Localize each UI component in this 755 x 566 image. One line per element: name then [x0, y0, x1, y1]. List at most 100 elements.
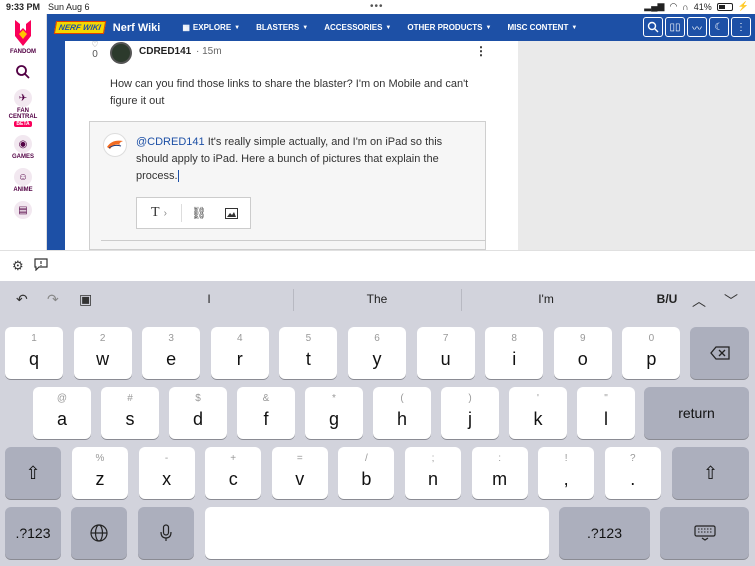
multitask-dots[interactable]: •••: [370, 1, 384, 12]
delete-key[interactable]: [690, 327, 749, 379]
key-6[interactable]: (h: [373, 387, 431, 439]
key-7[interactable]: :m: [471, 447, 528, 499]
rail-label-games[interactable]: GAMES: [12, 154, 34, 160]
comment-author[interactable]: CDRED141: [139, 46, 191, 57]
chevron-down-icon[interactable]: ﹀: [724, 291, 738, 311]
key-hint: ): [468, 393, 472, 404]
key-3[interactable]: $ d: [169, 387, 227, 439]
nav-explore[interactable]: ▦ EXPLORE ▼: [182, 23, 240, 32]
key-8[interactable]: !,: [538, 447, 595, 499]
chevron-up-icon[interactable]: ︿: [692, 291, 706, 311]
key-1[interactable]: @ a: [33, 387, 91, 439]
hide-keyboard-key[interactable]: [660, 507, 749, 559]
battery-icon: [716, 2, 733, 11]
key-hint: :: [498, 453, 501, 464]
text-style-button[interactable]: T ›: [137, 198, 181, 228]
search-icon[interactable]: [13, 63, 33, 81]
key-2[interactable]: -x: [138, 447, 195, 499]
feedback-icon[interactable]: [34, 258, 48, 274]
link-button[interactable]: ⛓: [182, 198, 216, 228]
key-hint: 7: [442, 333, 449, 344]
key-label: ,: [563, 468, 569, 489]
key-3[interactable]: 3e: [142, 327, 201, 379]
user-mention[interactable]: @CDRED141: [136, 136, 205, 148]
reply-input[interactable]: @CDRED141 It's really simple actually, a…: [136, 134, 466, 185]
paste-icon[interactable]: ▣: [79, 291, 92, 308]
key-label: j: [468, 408, 472, 429]
key-1[interactable]: % z: [72, 447, 128, 499]
key-9[interactable]: 9o: [553, 327, 612, 379]
key-label: q: [28, 348, 39, 369]
suggestion-1[interactable]: I: [124, 292, 294, 306]
nav-blasters[interactable]: BLASTERS ▼: [256, 23, 308, 32]
key-4[interactable]: 4r: [210, 327, 269, 379]
upvote-icon[interactable]: ♡: [89, 40, 101, 49]
numbers-key-right[interactable]: .?123: [559, 507, 650, 559]
key-2[interactable]: # s: [101, 387, 159, 439]
return-key[interactable]: return: [644, 387, 749, 439]
movies-icon[interactable]: ▤: [14, 201, 32, 219]
suggestion-3[interactable]: I'm: [461, 292, 631, 306]
wiki-name[interactable]: Nerf Wiki: [113, 22, 161, 34]
key-5[interactable]: 5t: [279, 327, 338, 379]
key-8[interactable]: 8i: [485, 327, 544, 379]
key-6[interactable]: ; n: [405, 447, 461, 499]
undo-icon[interactable]: ↶: [16, 291, 28, 308]
rail-label-anime[interactable]: ANIME: [13, 187, 32, 193]
key-7[interactable]: 7u: [416, 327, 475, 379]
signal-icon: ▂▄▆: [644, 1, 665, 11]
key-label: i: [512, 348, 517, 369]
key-5[interactable]: * g: [305, 387, 363, 439]
key-10[interactable]: 0p: [622, 327, 681, 379]
avatar[interactable]: [110, 42, 132, 64]
key-hint: 1: [31, 333, 37, 344]
key-9[interactable]: " l: [577, 387, 635, 439]
shift-icon: ⇧: [702, 462, 719, 483]
search-icon[interactable]: [643, 17, 663, 37]
key-5[interactable]: / b: [338, 447, 395, 499]
status-date: Sun Aug 6: [48, 2, 90, 12]
image-button[interactable]: [216, 198, 246, 228]
key-1[interactable]: 1q: [5, 327, 63, 379]
gear-icon[interactable]: ⚙: [12, 258, 24, 274]
shift-key-left[interactable]: ⇧: [5, 447, 61, 499]
globe-key[interactable]: [71, 507, 127, 559]
key-3[interactable]: + c: [205, 447, 262, 499]
format-button[interactable]: B/U: [652, 292, 682, 306]
fandom-logo-icon[interactable]: [11, 18, 35, 48]
more-options-icon[interactable]: ⋮: [475, 44, 487, 58]
key-label: p: [646, 348, 657, 369]
nav-misc-content[interactable]: MISC CONTENT ▼: [507, 23, 577, 32]
games-icon[interactable]: ◉: [14, 135, 32, 153]
book-icon[interactable]: ▯▯: [665, 17, 685, 37]
dictation-key[interactable]: [138, 507, 194, 559]
key-9[interactable]: ?.: [604, 447, 661, 499]
activity-icon[interactable]: 〰: [687, 17, 707, 37]
nav-other-products[interactable]: OTHER PRODUCTS ▼: [407, 23, 491, 32]
key-7[interactable]: ) j: [441, 387, 499, 439]
redo-icon[interactable]: ↷: [47, 291, 59, 308]
fan-central-icon[interactable]: ✈: [14, 89, 32, 107]
rail-label-fan-central[interactable]: FAN CENTRAL: [3, 108, 43, 120]
key-8[interactable]: ' k: [509, 387, 567, 439]
more-vertical-icon[interactable]: ⋮: [731, 17, 751, 37]
moon-icon[interactable]: ☾: [709, 17, 729, 37]
numbers-key-left[interactable]: .?123: [5, 507, 61, 559]
key-6[interactable]: 6y: [348, 327, 406, 379]
link-icon: ⛓: [191, 206, 207, 220]
key-hint: 6: [374, 333, 380, 344]
anime-icon[interactable]: ☺: [14, 168, 32, 186]
key-4[interactable]: & f: [237, 387, 295, 439]
suggestion-2[interactable]: The: [293, 292, 461, 306]
nav-accessories[interactable]: ACCESSORIES ▼: [324, 23, 391, 32]
delete-icon: [709, 346, 730, 360]
key-4[interactable]: = v: [271, 447, 328, 499]
key-hint: $: [195, 393, 201, 404]
wifi-icon: ◠: [669, 1, 678, 11]
editor-toolbar: T › ⛓: [136, 197, 251, 229]
key-2[interactable]: 2w: [73, 327, 132, 379]
shift-key-right[interactable]: ⇧: [672, 447, 749, 499]
space-bar[interactable]: [205, 507, 549, 559]
nerf-wiki-logo[interactable]: NERF WIKI: [53, 21, 106, 34]
vote-widget[interactable]: ♡ 0: [89, 40, 101, 60]
